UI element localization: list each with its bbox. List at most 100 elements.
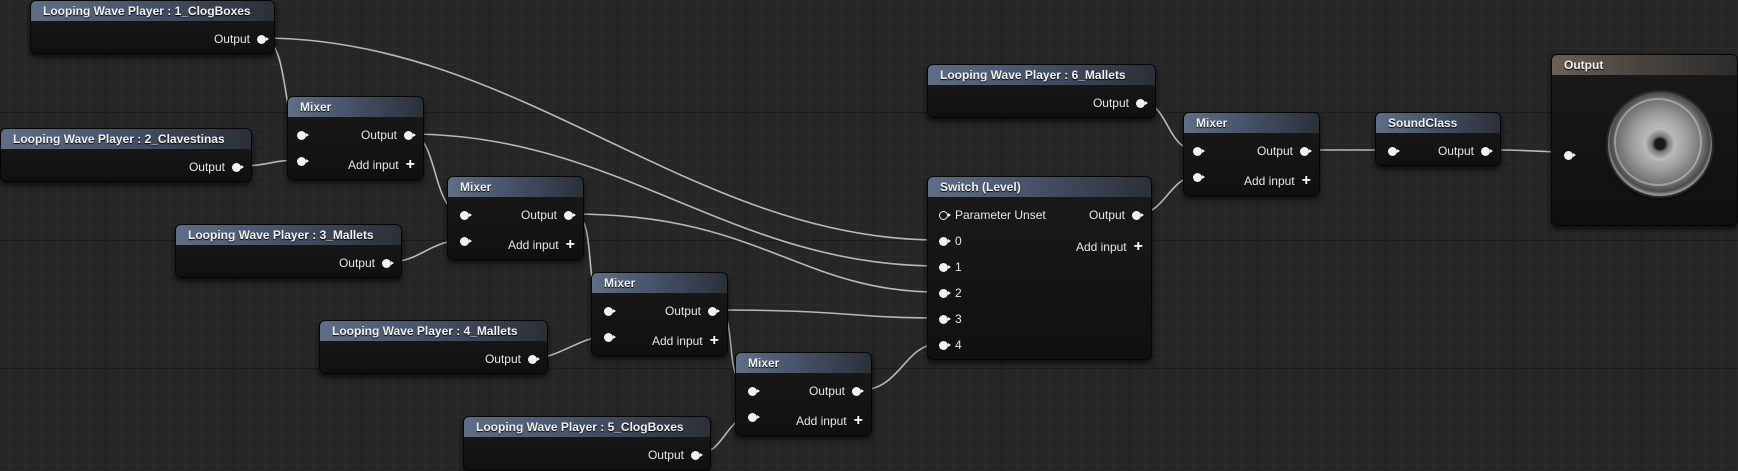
input-pin-1[interactable] — [460, 233, 472, 249]
output-pin[interactable]: Output — [647, 447, 703, 463]
node-title: Mixer — [736, 353, 871, 373]
input-pin-icon[interactable] — [939, 314, 951, 324]
switch-level-node[interactable]: Switch (Level) Parameter Unset 0 1 2 3 4… — [927, 176, 1152, 360]
wave-player-node-5-clogboxes[interactable]: Looping Wave Player : 5_ClogBoxes Output — [463, 416, 711, 471]
add-input-label: Add input — [347, 158, 399, 172]
plus-icon[interactable]: + — [566, 237, 575, 253]
wave-player-node-3-mallets[interactable]: Looping Wave Player : 3_Mallets Output — [175, 224, 402, 278]
input-pin-icon[interactable] — [297, 130, 309, 140]
input-pin-0[interactable] — [1193, 143, 1205, 159]
input-pin-icon[interactable] — [1193, 172, 1205, 182]
pin-label: 1 — [955, 260, 962, 274]
add-input-label: Add input — [1075, 240, 1127, 254]
input-pin-1[interactable] — [748, 409, 760, 425]
output-pin[interactable]: Output — [361, 127, 416, 143]
wave-player-node-2-clavestinas[interactable]: Looping Wave Player : 2_Clavestinas Outp… — [0, 128, 252, 182]
input-pin-icon[interactable] — [939, 288, 951, 298]
input-pin-1[interactable] — [604, 329, 616, 345]
output-pin[interactable]: Output — [521, 207, 576, 223]
input-pin-1[interactable] — [1193, 169, 1205, 185]
input-pin-0[interactable] — [604, 303, 616, 319]
input-pin-icon[interactable] — [604, 332, 616, 342]
plus-icon[interactable]: + — [1134, 239, 1143, 255]
output-pin[interactable]: Output — [809, 383, 864, 399]
input-pin-0[interactable] — [460, 207, 472, 223]
plus-icon[interactable]: + — [1302, 173, 1311, 189]
output-pin-icon[interactable] — [257, 34, 269, 44]
switch-input-3[interactable]: 3 — [939, 311, 962, 327]
input-pin-0[interactable] — [1388, 143, 1400, 159]
switch-input-2[interactable]: 2 — [939, 285, 962, 301]
output-pin[interactable]: Output — [339, 255, 394, 271]
input-pin-icon[interactable] — [939, 340, 951, 350]
input-pin-icon[interactable] — [939, 210, 951, 220]
node-title: Mixer — [592, 273, 727, 293]
input-pin-icon[interactable] — [297, 156, 309, 166]
add-input-label: Add input — [1243, 174, 1295, 188]
output-pin[interactable]: Output — [1092, 95, 1148, 111]
node-title: Output — [1552, 55, 1737, 75]
add-input-button[interactable]: Add input + — [348, 157, 415, 173]
mixer-node-4[interactable]: Mixer Output Add input + — [735, 352, 872, 436]
input-pin-icon[interactable] — [748, 386, 760, 396]
wave-player-node-1-clogboxes[interactable]: Looping Wave Player : 1_ClogBoxes Output — [30, 0, 275, 54]
output-pin-icon[interactable] — [564, 210, 576, 220]
input-pin-icon[interactable] — [939, 236, 951, 246]
output-pin[interactable]: Output — [189, 159, 244, 175]
mixer-node-5[interactable]: Mixer Output Add input + — [1183, 112, 1320, 196]
wave-player-node-6-mallets[interactable]: Looping Wave Player : 6_Mallets Output — [927, 64, 1156, 118]
add-input-button[interactable]: Add input + — [1244, 173, 1311, 189]
input-pin-icon[interactable] — [604, 306, 616, 316]
output-pin[interactable]: Output — [1089, 207, 1144, 223]
wave-player-node-4-mallets[interactable]: Looping Wave Player : 4_Mallets Output — [319, 320, 548, 374]
add-input-label: Add input — [795, 414, 847, 428]
output-pin[interactable]: Output — [665, 303, 720, 319]
output-pin-icon[interactable] — [232, 162, 244, 172]
mixer-node-1[interactable]: Mixer Output Add input + — [287, 96, 424, 180]
input-pin-0[interactable] — [297, 127, 309, 143]
parameter-unset-pin[interactable]: Parameter Unset — [939, 207, 1046, 223]
plus-icon[interactable]: + — [854, 413, 863, 429]
add-input-button[interactable]: Add input + — [652, 333, 719, 349]
output-pin-icon[interactable] — [691, 450, 703, 460]
output-input-pin[interactable] — [1564, 147, 1576, 163]
output-pin-icon[interactable] — [1481, 146, 1493, 156]
output-pin-icon[interactable] — [382, 258, 394, 268]
switch-input-0[interactable]: 0 — [939, 233, 962, 249]
input-pin-icon[interactable] — [748, 412, 760, 422]
output-pin-icon[interactable] — [1300, 146, 1312, 156]
input-pin-icon[interactable] — [1193, 146, 1205, 156]
input-pin-icon[interactable] — [1388, 146, 1400, 156]
plus-icon[interactable]: + — [710, 333, 719, 349]
add-input-button[interactable]: Add input + — [796, 413, 863, 429]
switch-input-4[interactable]: 4 — [939, 337, 962, 353]
pin-label: Output — [1092, 96, 1129, 110]
input-pin-icon[interactable] — [460, 210, 472, 220]
soundclass-node[interactable]: SoundClass Output — [1375, 112, 1501, 166]
output-pin-icon[interactable] — [528, 354, 540, 364]
output-pin-icon[interactable] — [404, 130, 416, 140]
output-pin[interactable]: Output — [1257, 143, 1312, 159]
node-title: Looping Wave Player : 6_Mallets — [928, 65, 1155, 85]
add-input-button[interactable]: Add input + — [1076, 239, 1143, 255]
node-title: Mixer — [288, 97, 423, 117]
mixer-node-2[interactable]: Mixer Output Add input + — [447, 176, 584, 260]
output-pin-icon[interactable] — [708, 306, 720, 316]
input-pin-icon[interactable] — [460, 236, 472, 246]
output-pin[interactable]: Output — [214, 31, 269, 47]
output-node[interactable]: Output — [1551, 54, 1738, 226]
input-pin-icon[interactable] — [1564, 150, 1576, 160]
output-pin[interactable]: Output — [485, 351, 540, 367]
mixer-node-3[interactable]: Mixer Output Add input + — [591, 272, 728, 356]
switch-input-1[interactable]: 1 — [939, 259, 962, 275]
plus-icon[interactable]: + — [406, 157, 415, 173]
input-pin-icon[interactable] — [939, 262, 951, 272]
output-pin-icon[interactable] — [1136, 98, 1148, 108]
pin-label: Output — [647, 448, 684, 462]
input-pin-0[interactable] — [748, 383, 760, 399]
output-pin-icon[interactable] — [852, 386, 864, 396]
output-pin[interactable]: Output — [1438, 143, 1493, 159]
input-pin-1[interactable] — [297, 153, 309, 169]
output-pin-icon[interactable] — [1132, 210, 1144, 220]
add-input-button[interactable]: Add input + — [508, 237, 575, 253]
